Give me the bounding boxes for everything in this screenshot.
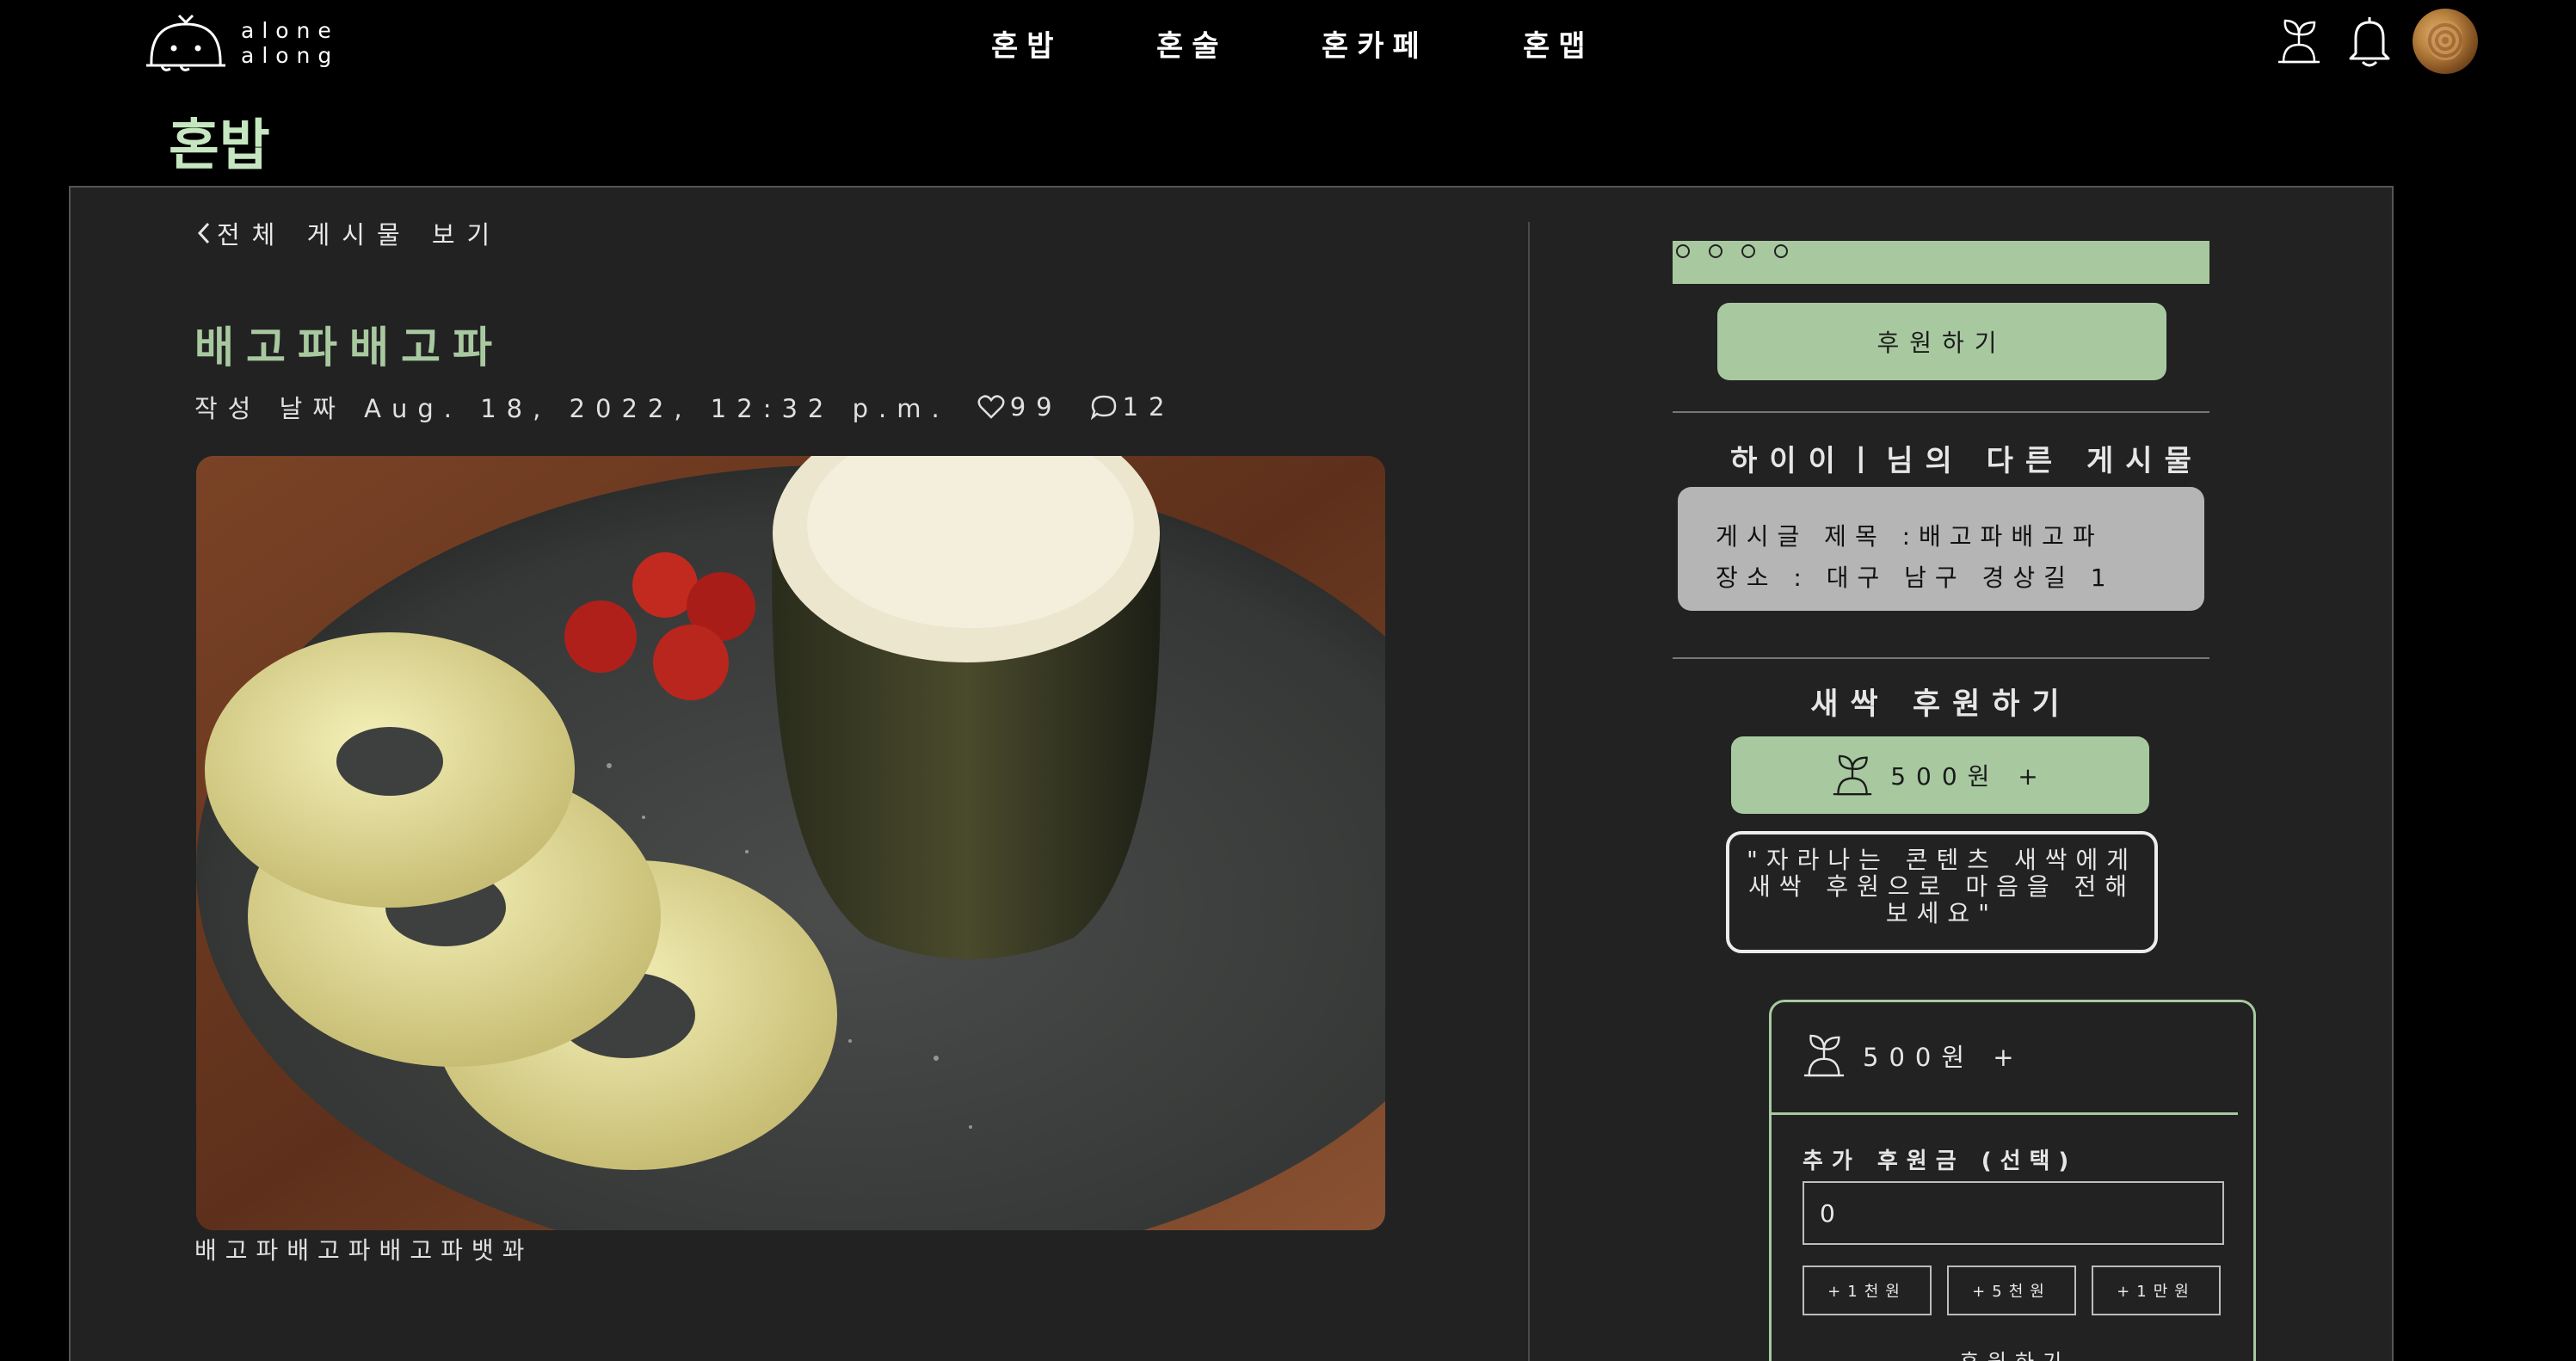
sprout-progress-bar xyxy=(1673,241,2209,284)
post-photo xyxy=(196,456,1385,1230)
other-posts-title: 하이이ㅣ님의 다른 게시물 xyxy=(1730,444,2203,478)
other-post-location: 장소 : 대구 남구 경상길 1 xyxy=(1716,563,2115,592)
extra-amount-input[interactable] xyxy=(1803,1181,2224,1245)
post-title: 배고파배고파 xyxy=(194,323,504,373)
post-caption: 배고파배고파배고파뱃꽈 xyxy=(194,1236,533,1265)
chevron-left-icon xyxy=(197,222,210,244)
sprout-icon xyxy=(1833,754,1872,796)
post-panel: 전체 게시물 보기 배고파배고파 작성 날짜 Aug. 18, 2022, 12… xyxy=(69,186,2394,1361)
divider xyxy=(1673,657,2209,659)
sponsor-button[interactable]: 후원하기 xyxy=(1717,303,2166,380)
sprout-amount-button[interactable]: 500원 + xyxy=(1731,736,2149,814)
comment-count[interactable]: 12 xyxy=(1090,392,1175,422)
sprout-amount-label: 500원 + xyxy=(1890,762,2049,791)
donate-amount-label: 500원 + xyxy=(1863,1043,2024,1072)
comment-icon xyxy=(1090,395,1116,420)
back-link-label: 전체 게시물 보기 xyxy=(217,220,502,249)
nav-item-honsul[interactable]: 혼술 xyxy=(1156,22,1228,65)
other-post-title: 게시글 제목 :배고파배고파 xyxy=(1716,522,2104,551)
nav-item-honbap[interactable]: 혼밥 xyxy=(991,22,1063,65)
divider xyxy=(1673,411,2209,413)
extra-amount-label: 추가 후원금 (선택) xyxy=(1803,1149,2078,1174)
nav-item-honmap[interactable]: 혼맵 xyxy=(1523,22,1594,65)
sprout-quote: "자라나는 콘텐츠 새싹에게 새싹 후원으로 마음을 전해보세요" xyxy=(1726,831,2158,953)
like-count-value: 99 xyxy=(1009,392,1063,422)
progress-dot xyxy=(1774,244,1788,258)
add-1000-button[interactable]: +1천원 xyxy=(1803,1266,1932,1315)
nav-item-honcafe[interactable]: 혼카페 xyxy=(1322,22,1428,65)
back-to-list-link[interactable]: 전체 게시물 보기 xyxy=(194,215,502,251)
progress-dot xyxy=(1741,244,1755,258)
other-post-card[interactable]: 게시글 제목 :배고파배고파 장소 : 대구 남구 경상길 1 xyxy=(1678,487,2204,611)
progress-dot xyxy=(1709,244,1722,258)
top-icons xyxy=(2256,9,2478,74)
heart-icon xyxy=(977,395,1005,419)
main-nav: 혼밥 혼술 혼카페 혼맵 xyxy=(0,22,2576,65)
donate-amount: 500원 + xyxy=(1803,1030,2024,1081)
donate-submit-button[interactable]: 후원하기 xyxy=(1772,1345,2259,1361)
comment-count-value: 12 xyxy=(1122,392,1175,422)
donate-form: 500원 + 추가 후원금 (선택) +1천원 +5천원 +1만원 후원하기 xyxy=(1769,1000,2256,1361)
donate-divider xyxy=(1772,1112,2238,1115)
bell-icon[interactable] xyxy=(2342,14,2397,69)
post-date: 작성 날짜 Aug. 18, 2022, 12:32 p.m. xyxy=(194,394,950,423)
page-title: 혼밥 xyxy=(169,114,270,178)
progress-dot xyxy=(1676,244,1690,258)
add-10000-button[interactable]: +1만원 xyxy=(2092,1266,2221,1315)
sprout-sponsor-title: 새싹 후원하기 xyxy=(1810,687,2072,722)
like-count[interactable]: 99 xyxy=(977,392,1063,422)
sprout-icon[interactable] xyxy=(2271,14,2326,69)
profile-avatar[interactable] xyxy=(2413,9,2478,74)
column-divider xyxy=(1528,222,1530,1361)
sprout-icon xyxy=(1803,1034,1845,1077)
add-5000-button[interactable]: +5천원 xyxy=(1947,1266,2076,1315)
post-meta: 작성 날짜 Aug. 18, 2022, 12:32 p.m. 99 12 xyxy=(194,389,1175,425)
progress-dots xyxy=(1676,244,1807,258)
